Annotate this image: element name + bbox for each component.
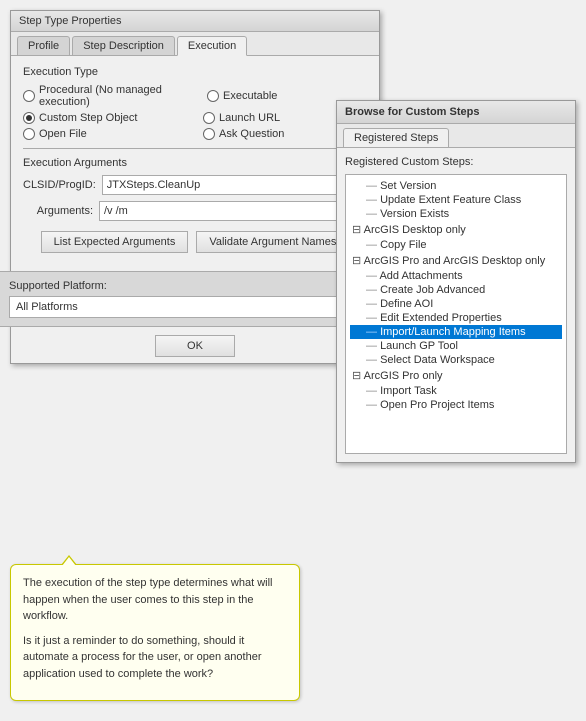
radio-procedural-input[interactable] [23,90,35,102]
registered-custom-steps-label: Registered Custom Steps: [345,156,567,168]
main-dialog: Step Type Properties Profile Step Descri… [10,10,380,364]
list-item[interactable]: Import Task [350,384,562,398]
list-item[interactable]: Set Version [350,179,562,193]
tree-view: Set Version Update Extent Feature Class … [345,174,567,454]
list-item[interactable]: Version Exists [350,207,562,221]
list-item[interactable]: Select Data Workspace [350,353,562,367]
arguments-label: Arguments: [23,205,93,217]
execution-type-label: Execution Type [23,66,367,78]
tab-profile[interactable]: Profile [17,36,70,55]
platform-section: Supported Platform: All Platforms ArcGIS… [0,271,391,327]
radio-row-1: Procedural (No managed execution) Execut… [23,84,367,108]
radio-row-3: Open File Ask Question [23,128,367,140]
list-item[interactable]: Launch GP Tool [350,339,562,353]
divider-1 [23,148,367,149]
radio-procedural-label: Procedural (No managed execution) [39,84,187,108]
list-item[interactable]: ArcGIS Pro only [350,367,562,384]
list-item[interactable]: Create Job Advanced [350,283,562,297]
callout-box: The execution of the step type determine… [10,564,300,701]
tab-execution[interactable]: Execution [177,36,247,56]
browse-tab-strip: Registered Steps [337,124,575,148]
list-item[interactable]: Copy File [350,238,562,252]
execution-type-group: Procedural (No managed execution) Execut… [23,84,367,140]
list-item-selected[interactable]: Import/Launch Mapping Items [350,325,562,339]
arguments-row: Arguments: ... [23,201,367,221]
browse-content: Registered Custom Steps: Set Version Upd… [337,148,575,462]
platform-label: Supported Platform: [9,280,381,292]
list-item[interactable]: ArcGIS Desktop only [350,221,562,238]
clsid-label: CLSID/ProgID: [23,179,96,191]
execution-args-label: Execution Arguments [23,157,367,169]
callout-text-2: Is it just a reminder to do something, s… [23,633,287,683]
radio-executable-label: Executable [223,90,277,102]
dialog-content: Execution Type Procedural (No managed ex… [11,56,379,271]
radio-open-file-label: Open File [39,128,87,140]
list-item[interactable]: Update Extent Feature Class [350,193,562,207]
list-expected-args-button[interactable]: List Expected Arguments [41,231,189,253]
radio-ask-question-input[interactable] [203,128,215,140]
arguments-input[interactable] [99,201,339,221]
registered-steps-tab[interactable]: Registered Steps [343,128,449,147]
ok-button[interactable]: OK [155,335,235,357]
list-item[interactable]: Edit Extended Properties [350,311,562,325]
radio-custom-step-label: Custom Step Object [39,112,137,124]
platform-select[interactable]: All Platforms ArcGIS Pro only ArcGIS Des… [9,296,381,318]
radio-row-2: Custom Step Object Launch URL [23,112,367,124]
radio-launch-url-label: Launch URL [219,112,280,124]
browse-dialog: Browse for Custom Steps Registered Steps… [336,100,576,463]
browse-dialog-title: Browse for Custom Steps [337,101,575,124]
ok-row: OK [11,327,379,363]
callout-text-1: The execution of the step type determine… [23,575,287,625]
list-item[interactable]: Define AOI [350,297,562,311]
platform-select-wrapper: All Platforms ArcGIS Pro only ArcGIS Des… [9,296,381,318]
tab-strip: Profile Step Description Execution [11,32,379,56]
radio-custom-step[interactable]: Custom Step Object [23,112,183,124]
list-item[interactable]: Add Attachments [350,269,562,283]
radio-open-file[interactable]: Open File [23,128,183,140]
radio-procedural[interactable]: Procedural (No managed execution) [23,84,187,108]
radio-open-file-input[interactable] [23,128,35,140]
args-button-row: List Expected Arguments Validate Argumen… [23,231,367,253]
clsid-input[interactable] [102,175,339,195]
validate-arg-names-button[interactable]: Validate Argument Names [196,231,349,253]
radio-custom-step-input[interactable] [23,112,35,124]
tab-step-description[interactable]: Step Description [72,36,175,55]
list-item[interactable]: Open Pro Project Items [350,398,562,412]
radio-launch-url-input[interactable] [203,112,215,124]
dialog-title: Step Type Properties [11,11,379,32]
list-item[interactable]: ArcGIS Pro and ArcGIS Desktop only [350,252,562,269]
radio-ask-question-label: Ask Question [219,128,284,140]
radio-executable-input[interactable] [207,90,219,102]
clsid-row: CLSID/ProgID: ... [23,175,367,195]
